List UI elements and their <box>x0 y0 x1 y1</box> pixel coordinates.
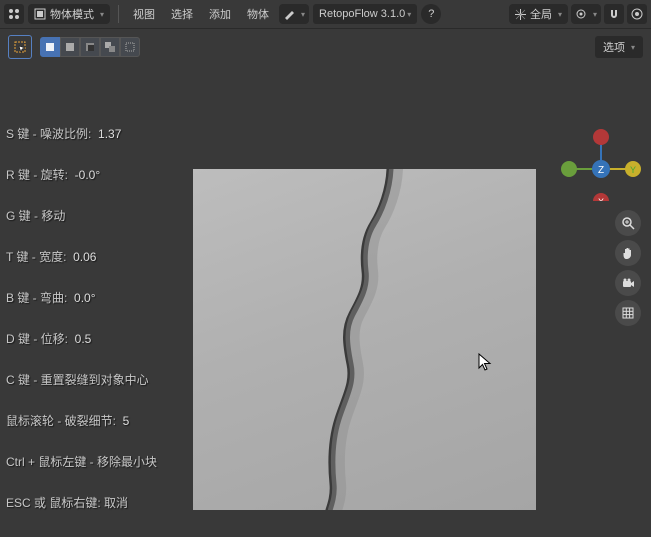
menu-view[interactable]: 视图 <box>127 4 161 24</box>
camera-button[interactable] <box>615 270 641 296</box>
hint-scale: S 键 - 噪波比例: 1.37 <box>6 125 157 142</box>
viewport-header: 物体模式 ▾ 视图 选择 添加 物体 ▾ RetopoFlow 3.1.0 ▾ … <box>0 0 651 29</box>
hint-displace: D 键 - 位移: 0.5 <box>6 330 157 347</box>
mode-dropdown[interactable]: 物体模式 ▾ <box>28 4 110 24</box>
hint-rotate: R 键 - 旋转: -0.0° <box>6 166 157 183</box>
viewport-body[interactable]: S 键 - 噪波比例: 1.37 R 键 - 旋转: -0.0° G 键 - 移… <box>0 65 651 537</box>
zoom-icon <box>621 216 635 230</box>
chevron-down-icon: ▾ <box>301 10 305 19</box>
magnet-icon <box>608 8 620 20</box>
retopoflow-menu[interactable]: RetopoFlow 3.1.0 ▾ <box>313 4 417 24</box>
mode-label: 物体模式 <box>50 6 94 22</box>
zoom-button[interactable] <box>615 210 641 236</box>
pivot-icon <box>575 8 587 20</box>
pencil-icon <box>283 8 295 20</box>
axis-z-label: Z <box>598 165 604 176</box>
chevron-down-icon: ▾ <box>631 43 635 52</box>
select-intersect[interactable] <box>120 37 140 57</box>
chevron-down-icon: ▾ <box>100 10 104 19</box>
object-mode-icon <box>34 8 46 20</box>
select-box-icon <box>13 40 27 54</box>
hint-ctrl-remove: Ctrl + 鼠标左键 - 移除最小块 <box>6 453 157 470</box>
separator <box>118 5 119 23</box>
select-subtract[interactable] <box>80 37 100 57</box>
camera-icon <box>621 276 635 290</box>
options-label: 选项 <box>603 39 625 55</box>
retopoflow-label: RetopoFlow 3.1.0 <box>319 8 405 20</box>
hint-move: G 键 - 移动 <box>6 207 157 224</box>
select-extend[interactable] <box>60 37 80 57</box>
menu-object[interactable]: 物体 <box>241 4 275 24</box>
hint-esc-cancel: ESC 或 鼠标右键: 取消 <box>6 494 157 511</box>
menu-add[interactable]: 添加 <box>203 4 237 24</box>
proportional-icon <box>631 8 643 20</box>
snap-toggle[interactable] <box>604 4 624 24</box>
hand-icon <box>621 246 635 260</box>
chevron-down-icon: ▾ <box>558 10 562 19</box>
perspective-button[interactable] <box>615 300 641 326</box>
orientation-label: 全局 <box>530 6 552 22</box>
options-dropdown[interactable]: 选项 ▾ <box>595 36 643 58</box>
hint-wheel-detail: 鼠标滚轮 - 破裂细节: 5 <box>6 412 157 429</box>
grid-icon <box>621 306 635 320</box>
hint-reset-center: C 键 - 重置裂缝到对象中心 <box>6 371 157 388</box>
menu-select[interactable]: 选择 <box>165 4 199 24</box>
select-mode-group <box>40 37 140 57</box>
select-invert[interactable] <box>100 37 120 57</box>
pan-button[interactable] <box>615 240 641 266</box>
viewport-object <box>193 169 536 510</box>
help-icon[interactable]: ? <box>421 4 441 24</box>
orientation-dropdown[interactable]: 全局 ▾ <box>509 4 568 24</box>
axis-x-label: X <box>598 197 604 201</box>
header-right-cluster: 全局 ▾ ▾ <box>509 4 647 24</box>
axis-y-label: Y <box>630 165 636 175</box>
viewport-side-tools <box>615 210 641 326</box>
pivot-dropdown[interactable]: ▾ <box>571 4 601 24</box>
annotate-dropdown[interactable]: ▾ <box>279 4 309 24</box>
global-icon <box>515 9 526 20</box>
editor-type-icon[interactable] <box>4 4 24 24</box>
hint-width: T 键 - 宽度: 0.06 <box>6 248 157 265</box>
navigation-gizmo[interactable]: Z Y X <box>561 121 641 204</box>
nav-gizmo-svg: Z Y X <box>561 121 641 201</box>
chevron-down-icon: ▾ <box>407 10 411 19</box>
crack-geometry <box>193 169 536 510</box>
proportional-edit-toggle[interactable] <box>627 4 647 24</box>
hint-bend: B 键 - 弯曲: 0.0° <box>6 289 157 306</box>
tool-settings-bar: 选项 ▾ <box>0 29 651 65</box>
chevron-down-icon: ▾ <box>593 10 597 19</box>
select-box-tool[interactable] <box>8 35 32 59</box>
operator-hints: S 键 - 噪波比例: 1.37 R 键 - 旋转: -0.0° G 键 - 移… <box>6 125 157 511</box>
select-new[interactable] <box>40 37 60 57</box>
